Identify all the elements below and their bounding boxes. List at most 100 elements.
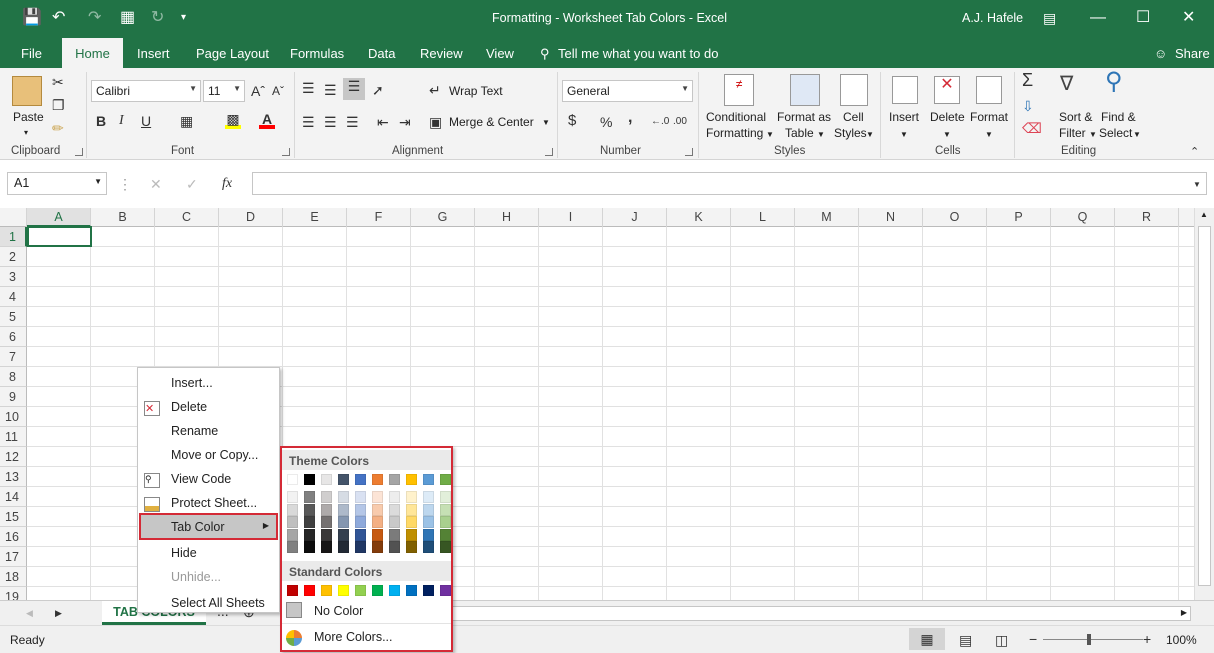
theme-shade-swatch[interactable]	[287, 503, 298, 516]
theme-shade-swatch[interactable]	[287, 541, 298, 553]
column-header[interactable]: G	[411, 208, 475, 227]
row-header[interactable]: 8	[0, 367, 27, 387]
refresh-icon[interactable]: ↻	[151, 8, 164, 28]
row-header[interactable]: 18	[0, 567, 27, 587]
context-menu-item[interactable]: Insert...	[138, 373, 279, 395]
delete-dropdown-icon[interactable]: ▼	[943, 128, 951, 142]
theme-color-swatch[interactable]	[406, 474, 417, 485]
theme-shade-swatch[interactable]	[355, 541, 366, 553]
theme-shade-swatch[interactable]	[423, 516, 434, 528]
theme-shade-swatch[interactable]	[440, 541, 451, 553]
customize-qat-icon[interactable]: ▾	[181, 8, 186, 28]
delete-cells-button[interactable]: Delete	[930, 110, 965, 124]
paste-icon[interactable]	[12, 76, 42, 106]
sort-dropdown-icon[interactable]: ▼	[1089, 128, 1097, 142]
theme-shade-swatch[interactable]	[321, 516, 332, 528]
cut-icon[interactable]: ✂	[52, 74, 64, 90]
sort-filter-icon[interactable]: ∇	[1060, 74, 1073, 94]
format-dropdown-icon[interactable]: ▼	[985, 128, 993, 142]
wrap-text-button[interactable]: Wrap Text	[449, 84, 503, 98]
theme-shade-swatch[interactable]	[355, 516, 366, 528]
collapse-ribbon-icon[interactable]: ⌃	[1190, 144, 1199, 160]
tab-page-layout[interactable]: Page Layout	[196, 46, 269, 61]
column-header[interactable]: I	[539, 208, 603, 227]
context-menu-item[interactable]: Tab Color ▶	[139, 513, 278, 540]
vertical-scroll-thumb[interactable]	[1198, 226, 1211, 586]
row-header[interactable]: 12	[0, 447, 27, 467]
theme-shade-swatch[interactable]	[355, 503, 366, 516]
theme-color-swatch[interactable]	[355, 474, 366, 485]
active-cell[interactable]	[27, 226, 92, 247]
number-format-select[interactable]: General ▼	[562, 80, 693, 102]
column-header[interactable]: O	[923, 208, 987, 227]
row-header[interactable]: 10	[0, 407, 27, 427]
orientation-icon[interactable]: ➚	[372, 82, 384, 98]
column-header[interactable]: E	[283, 208, 347, 227]
theme-shade-swatch[interactable]	[338, 528, 349, 541]
font-launcher-icon[interactable]	[282, 148, 290, 156]
column-header[interactable]: C	[155, 208, 219, 227]
theme-shade-swatch[interactable]	[406, 503, 417, 516]
clear-icon[interactable]: ⌫	[1022, 120, 1042, 136]
tab-file[interactable]: File	[21, 46, 42, 61]
autosum-icon[interactable]: Σ	[1022, 71, 1033, 89]
row-header[interactable]: 14	[0, 487, 27, 507]
merge-dropdown-icon[interactable]: ▼	[542, 116, 550, 130]
redo-icon[interactable]: ↷	[88, 8, 101, 28]
increase-decimal-icon[interactable]: ←.0	[651, 114, 669, 130]
theme-shade-swatch[interactable]	[338, 541, 349, 553]
format-painter-icon[interactable]: ✏	[52, 120, 64, 136]
conditional-formatting-line1[interactable]: Conditional	[706, 110, 766, 124]
row-header[interactable]: 5	[0, 307, 27, 327]
column-header[interactable]: K	[667, 208, 731, 227]
theme-shade-swatch[interactable]	[372, 528, 383, 541]
alignment-launcher-icon[interactable]	[545, 148, 553, 156]
theme-shade-swatch[interactable]	[440, 528, 451, 541]
theme-shade-swatch[interactable]	[423, 528, 434, 541]
clipboard-launcher-icon[interactable]	[75, 148, 83, 156]
find-select-line1[interactable]: Find &	[1101, 110, 1136, 124]
page-break-view-icon[interactable]: ◫	[995, 632, 1008, 648]
row-header[interactable]: 9	[0, 387, 27, 407]
decrease-font-icon[interactable]: Aˇ	[272, 83, 284, 99]
normal-view-icon[interactable]: ▦	[909, 628, 945, 650]
bottom-align-icon[interactable]: ☰	[343, 78, 365, 100]
theme-shade-swatch[interactable]	[389, 516, 400, 528]
fill-color-icon[interactable]: ▩	[225, 111, 241, 129]
theme-color-swatch[interactable]	[372, 474, 383, 485]
column-header[interactable]: N	[859, 208, 923, 227]
form-icon[interactable]: ▦	[120, 8, 135, 28]
theme-shade-swatch[interactable]	[423, 541, 434, 553]
theme-shade-swatch[interactable]	[406, 491, 417, 503]
row-header[interactable]: 6	[0, 327, 27, 347]
cell-styles-line2[interactable]: Styles	[834, 126, 867, 140]
theme-shade-swatch[interactable]	[389, 528, 400, 541]
column-header[interactable]: Q	[1051, 208, 1115, 227]
context-menu-item[interactable]: Move or Copy...	[138, 445, 279, 467]
prev-sheet-icon[interactable]: ◀	[26, 605, 33, 621]
font-name-select[interactable]: Calibri ▼	[91, 80, 201, 102]
theme-shade-swatch[interactable]	[406, 516, 417, 528]
column-header[interactable]: D	[219, 208, 283, 227]
name-box[interactable]: A1 ▼	[7, 172, 107, 195]
theme-shade-swatch[interactable]	[423, 491, 434, 503]
middle-align-icon[interactable]: ☰	[324, 82, 337, 98]
row-header[interactable]: 4	[0, 287, 27, 307]
underline-button[interactable]: U	[141, 113, 151, 129]
theme-shade-swatch[interactable]	[440, 516, 451, 528]
standard-color-swatch[interactable]	[406, 585, 417, 596]
select-all-corner[interactable]	[0, 208, 27, 227]
theme-shade-swatch[interactable]	[440, 503, 451, 516]
standard-color-swatch[interactable]	[355, 585, 366, 596]
theme-shade-swatch[interactable]	[389, 503, 400, 516]
theme-shade-swatch[interactable]	[287, 516, 298, 528]
theme-shade-swatch[interactable]	[287, 528, 298, 541]
maximize-icon[interactable]: ☐	[1136, 8, 1150, 28]
increase-font-icon[interactable]: Aˆ	[251, 83, 265, 99]
column-header[interactable]: J	[603, 208, 667, 227]
row-header[interactable]: 2	[0, 247, 27, 267]
theme-shade-swatch[interactable]	[389, 491, 400, 503]
minimize-icon[interactable]: —	[1090, 8, 1106, 28]
standard-color-swatch[interactable]	[338, 585, 349, 596]
number-launcher-icon[interactable]	[685, 148, 693, 156]
